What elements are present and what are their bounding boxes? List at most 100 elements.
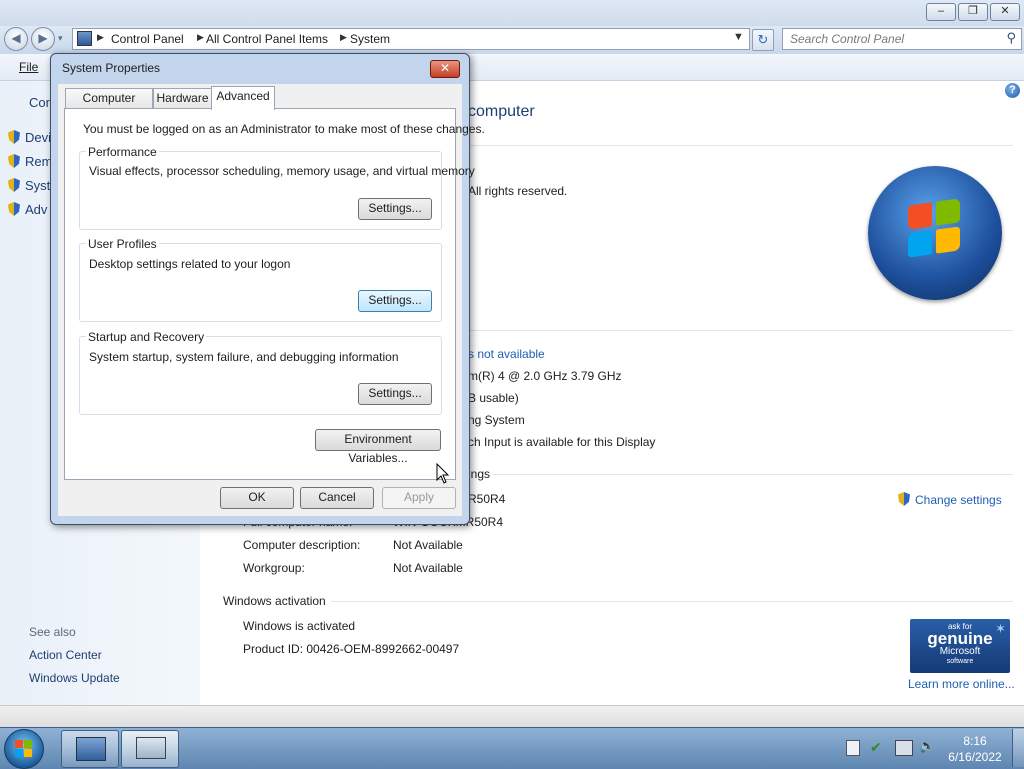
tab-advanced[interactable]: Advanced (211, 86, 275, 110)
minimize-button[interactable]: – (926, 3, 956, 21)
admin-note: You must be logged on as an Administrato… (83, 122, 485, 136)
clock-date: 6/16/2022 (948, 750, 1002, 764)
address-dropdown-icon[interactable]: ▼ (733, 31, 744, 43)
performance-group-title: Performance (86, 145, 159, 159)
control-panel-icon (77, 31, 92, 46)
action-center-icon[interactable] (846, 740, 860, 756)
apply-button[interactable]: Apply (382, 487, 456, 509)
page-heading: computer (468, 103, 535, 120)
change-settings-link[interactable]: Change settings (898, 492, 1002, 507)
maximize-button[interactable]: ❐ (958, 3, 988, 21)
genuine-microsoft-badge[interactable]: ask for genuine Microsoft software ✶ (910, 619, 1010, 673)
computer-settings-heading: ings (468, 467, 491, 481)
learn-more-link[interactable]: Learn more online... (908, 677, 1015, 691)
divider (492, 474, 1013, 475)
show-desktop-button[interactable] (1012, 729, 1024, 767)
performance-desc: Visual effects, processor scheduling, me… (89, 164, 475, 178)
search-input[interactable]: Search Control Panel ⚲ (782, 28, 1022, 50)
search-placeholder: Search Control Panel (790, 32, 905, 46)
user-profiles-group-title: User Profiles (86, 237, 159, 251)
processor-value: m(R) 4 @ 2.0 GHz 3.79 GHz (468, 369, 622, 383)
help-icon[interactable]: ? (1005, 83, 1020, 98)
workgroup-value: Not Available (393, 561, 463, 575)
environment-variables-button[interactable]: Environment Variables... (315, 429, 441, 465)
shield-icon (8, 178, 20, 192)
recent-pages-icon[interactable]: ▾ (58, 33, 63, 44)
menu-file[interactable]: File (19, 60, 38, 74)
genuine-bottom-text: software (946, 658, 974, 665)
taskbar-control-panel[interactable] (61, 730, 119, 768)
task-device-manager[interactable]: Devi (8, 130, 51, 148)
breadcrumb-system[interactable]: System (350, 32, 390, 46)
close-window-button[interactable]: ✕ (990, 3, 1020, 21)
cancel-button[interactable]: Cancel (300, 487, 374, 509)
activation-status: Windows is activated (243, 619, 356, 633)
pen-touch-value: ch Input is available for this Display (468, 435, 656, 449)
user-profiles-settings-button[interactable]: Settings... (358, 290, 432, 312)
genuine-brand-text: Microsoft (939, 646, 981, 657)
task-remote-settings[interactable]: Rem (8, 154, 52, 172)
rating-link[interactable]: s not available (468, 347, 545, 361)
windows-logo (868, 166, 1002, 300)
network-icon[interactable] (895, 740, 913, 756)
windows-update-link[interactable]: Windows Update (29, 671, 120, 685)
see-also-heading: See also (29, 625, 76, 639)
tab-computer-name[interactable]: Computer Name (65, 88, 153, 124)
divider (468, 145, 1013, 146)
computer-icon (136, 737, 166, 759)
divider (468, 330, 1013, 331)
ram-value: B usable) (468, 391, 519, 405)
activation-heading: Windows activation (223, 594, 326, 608)
start-button[interactable] (4, 729, 44, 769)
change-settings-label: Change settings (915, 493, 1002, 507)
refresh-icon[interactable]: ↻ (752, 29, 774, 51)
taskbar-system-properties[interactable] (121, 730, 179, 768)
shield-icon (8, 154, 20, 168)
breadcrumb-arrow-icon[interactable]: ▶ (340, 32, 347, 43)
computer-description-value: Not Available (393, 538, 463, 552)
ok-button[interactable]: OK (220, 487, 294, 509)
system-type-value: ng System (468, 413, 525, 427)
product-id: Product ID: 00426-OEM-8992662-00497 (243, 642, 460, 656)
task-label: Adv (25, 202, 48, 217)
shield-icon (8, 130, 20, 144)
startup-recovery-settings-button[interactable]: Settings... (358, 383, 432, 405)
back-button[interactable]: ◀ (4, 27, 28, 51)
dialog-close-button[interactable]: ✕ (430, 60, 460, 78)
startup-recovery-group-title: Startup and Recovery (86, 330, 207, 344)
computer-name-value: R50R4 (468, 492, 506, 506)
task-advanced-settings[interactable]: Adv (8, 202, 47, 220)
task-label: Devi (25, 130, 52, 145)
volume-muted-icon[interactable]: 🔈 (919, 738, 937, 754)
task-system-protection[interactable]: Syst (8, 178, 50, 196)
forward-button[interactable]: ▶ (31, 27, 55, 51)
computer-description-label: Computer description: (243, 538, 361, 552)
startup-recovery-desc: System startup, system failure, and debu… (89, 350, 399, 364)
breadcrumb-all-items[interactable]: All Control Panel Items (206, 32, 328, 46)
performance-settings-button[interactable]: Settings... (358, 198, 432, 220)
breadcrumb-arrow-icon[interactable]: ▶ (197, 32, 204, 43)
window-titlebar (0, 0, 1024, 26)
status-strip (0, 705, 1024, 728)
mouse-cursor-icon (436, 463, 450, 484)
search-icon[interactable]: ⚲ (1006, 30, 1016, 46)
control-panel-icon (76, 737, 106, 761)
task-label: Syst (25, 178, 51, 193)
tab-hardware[interactable]: Hardware (153, 88, 212, 109)
clock-time: 8:16 (963, 734, 987, 748)
workgroup-label: Workgroup: (243, 561, 305, 575)
copyright-text: All rights reserved. (468, 184, 568, 198)
dialog-title: System Properties (62, 61, 161, 75)
user-profiles-desc: Desktop settings related to your logon (89, 257, 291, 271)
shield-icon (898, 492, 910, 506)
divider (331, 601, 1013, 602)
shield-icon (8, 202, 20, 216)
star-icon: ✶ (995, 621, 1006, 636)
task-label: Rem (25, 154, 53, 169)
taskbar-clock[interactable]: 8:16 6/16/2022 (944, 733, 1006, 765)
action-center-link[interactable]: Action Center (29, 648, 102, 662)
address-bar[interactable]: ▶ Control Panel ▶ All Control Panel Item… (72, 28, 750, 50)
breadcrumb-control-panel[interactable]: Control Panel (111, 32, 184, 46)
breadcrumb-arrow-icon[interactable]: ▶ (97, 32, 104, 43)
security-shield-icon[interactable]: ✔ (870, 739, 886, 755)
